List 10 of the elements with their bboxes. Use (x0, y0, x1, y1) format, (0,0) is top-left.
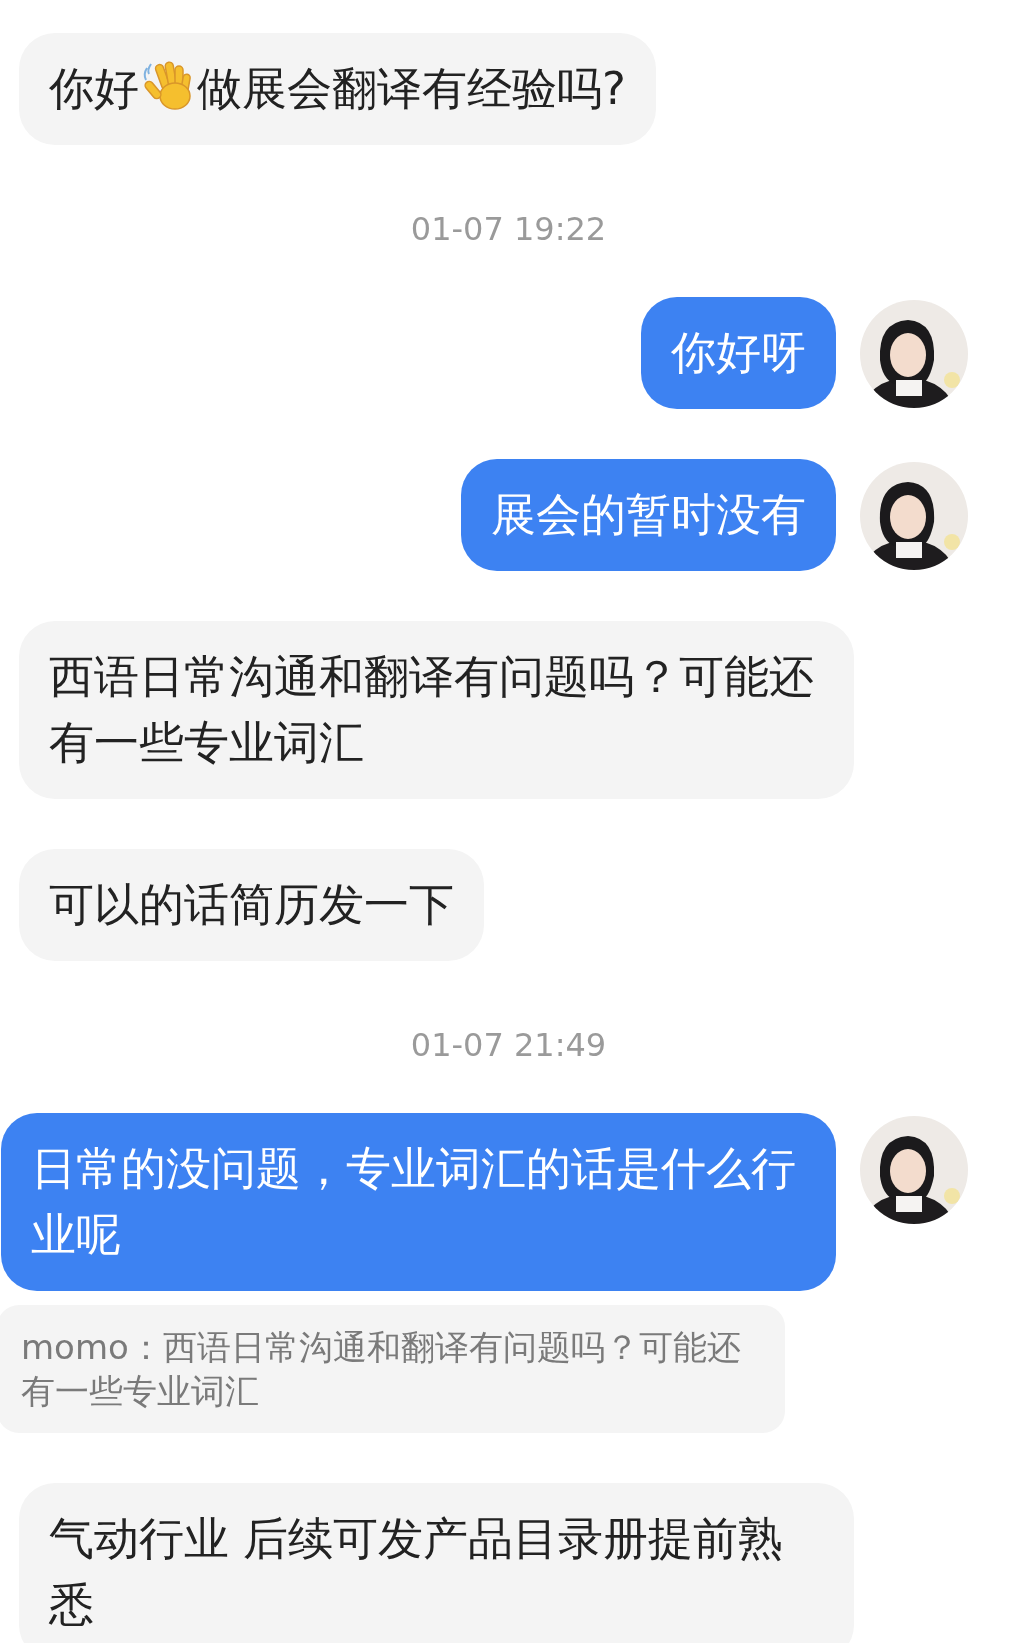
message-bubble: 西语日常沟通和翻译有问题吗？可能还有一些专业词汇 (19, 621, 854, 799)
quoted-message: momo：西语日常沟通和翻译有问题吗？可能还有一些专业词汇 (0, 1305, 785, 1433)
message-bubble: 你好呀 (641, 297, 836, 409)
message-bubble: 气动行业 后续可发产品目录册提前熟悉 (19, 1483, 854, 1643)
message-bubble: 你好 做展会翻译有经验吗? (19, 33, 656, 145)
timestamp: 01-07 19:22 (410, 211, 607, 247)
message-bubble: 日常的没问题，专业词汇的话是什么行业呢 (1, 1113, 836, 1291)
timestamp: 01-07 21:49 (410, 1027, 607, 1063)
message-bubble: 可以的话简历发一下 (19, 849, 484, 961)
message-bubble: 展会的暂时没有 (461, 459, 836, 571)
